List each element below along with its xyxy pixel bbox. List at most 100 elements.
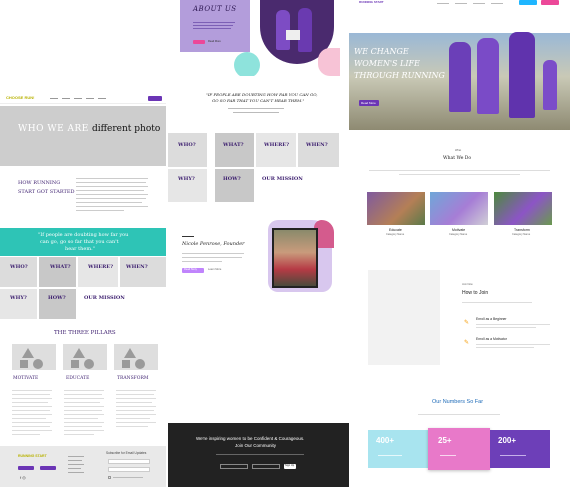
pillar-1-triangle-icon <box>22 348 34 358</box>
how-to-join-panel: Join Now How to Join ✎ Enroll as a Begin… <box>360 268 570 368</box>
banner-left-text: WHO WE ARE <box>18 124 89 134</box>
pillar-3-circle-icon <box>135 359 145 369</box>
hero-read-more-label[interactable]: Read More <box>361 101 376 105</box>
footer-left-btn-1[interactable] <box>18 466 34 470</box>
grid1-who[interactable] <box>168 133 207 167</box>
pillar-2-square-icon <box>71 360 79 368</box>
stat-card-2 <box>428 428 490 470</box>
numbers-title: Our Numbers So Far <box>432 399 484 405</box>
join-kicker: Join Now <box>462 283 473 286</box>
footer-left-panel: RUNNING START f ◎ Subscribe for Email Up… <box>0 446 166 487</box>
whatwedo-card-1-photo[interactable] <box>367 192 425 225</box>
hero-site-panel: RUNNING START WE CHANGE WOMEN'S LIFE THR… <box>349 0 570 130</box>
grid2-why[interactable] <box>0 289 37 319</box>
what-we-do-panel: What What We Do Educate Category Name Mo… <box>349 140 570 245</box>
join-item-2-title[interactable]: Enroll as a Motivator <box>476 337 507 341</box>
pillar-3-triangle-icon <box>124 348 136 358</box>
stat-1-value: 400+ <box>376 436 395 445</box>
footer-form-panel: We're inspiring women to be Confident & … <box>168 423 349 487</box>
footer-email-input[interactable] <box>252 464 280 469</box>
about-read-more-button[interactable] <box>193 40 205 44</box>
grid1-why[interactable] <box>168 169 207 202</box>
who-we-are-panel: CHOOSE RUN! WHO WE ARE different photo H… <box>0 90 166 220</box>
grid2-how[interactable] <box>39 289 76 319</box>
grid1-when-label: WHEN? <box>306 142 328 148</box>
pillar-2-circle-icon <box>84 359 94 369</box>
footer-social-icons[interactable]: f ◎ <box>20 476 26 480</box>
grid1-what-label: WHAT? <box>223 142 244 148</box>
nav-button-2[interactable] <box>541 0 559 5</box>
grid2-what[interactable] <box>39 257 76 287</box>
grid2-where[interactable] <box>78 257 118 287</box>
about-pink-shape <box>318 48 340 76</box>
numbers-panel: Our Numbers So Far 400+ 25+ 200+ <box>360 392 570 487</box>
hero-headline-1: WE CHANGE <box>354 47 409 56</box>
whatwedo-card-1-title: Educate <box>389 228 402 232</box>
stat-3-value: 200+ <box>498 436 517 445</box>
pillar-shapes <box>20 348 145 369</box>
how-title-2: START GOT STARTED <box>18 189 75 195</box>
grid1-why-label: WHY? <box>178 176 195 182</box>
how-title-1: HOW RUNNING <box>18 180 61 186</box>
stat-2-value: 25+ <box>438 436 452 445</box>
grid1-when[interactable] <box>298 133 339 167</box>
founder-button-2-label[interactable]: Learn More <box>208 268 221 272</box>
grid2-when[interactable] <box>120 257 166 287</box>
grid1-where[interactable] <box>256 133 296 167</box>
pillars-title: THE THREE PILLARS <box>54 330 116 336</box>
hero-runner <box>509 32 535 118</box>
join-item-1-title[interactable]: Enroll as a Beginner <box>476 317 507 321</box>
pillar-3-title: TRANSFORM <box>117 376 149 381</box>
footer-left-brand[interactable]: RUNNING START <box>18 454 47 459</box>
grid1-what[interactable] <box>215 133 254 167</box>
hero-runner <box>543 60 557 110</box>
join-image-placeholder <box>368 270 440 365</box>
three-pillars-panel: THE THREE PILLARS MOTIVATE EDUCATE TRANS… <box>0 326 166 444</box>
grid2-what-label: WHAT? <box>50 264 71 270</box>
grid1-where-label: WHERE? <box>264 142 290 148</box>
logo-strip-brand[interactable]: CHOOSE RUN! <box>6 96 34 100</box>
join-title: How to Join <box>462 290 489 296</box>
pillar-1-title: MOTIVATE <box>13 376 39 381</box>
logo-strip-button[interactable] <box>148 96 162 101</box>
hero-headline-3: THROUGH RUNNING <box>354 71 445 80</box>
whatwedo-card-2-sub: Category Name <box>449 233 468 236</box>
whatwedo-card-2-photo[interactable] <box>430 192 488 225</box>
footer-first-name-input[interactable] <box>220 464 248 469</box>
teal-quote-panel: "If people are doubting how far you can … <box>0 228 166 320</box>
banner-grey <box>0 106 166 166</box>
grid2-mission-label: OUR MISSION <box>84 295 125 301</box>
founder-photo <box>272 228 318 288</box>
join-item-2-icon: ✎ <box>464 340 470 346</box>
join-item-1-icon: ✎ <box>464 320 470 326</box>
whatwedo-card-3-title: Transform <box>514 228 530 232</box>
footer-form-line1: We're inspiring women to be Confident & … <box>196 436 305 441</box>
footer-left-btn-2[interactable] <box>40 466 56 470</box>
quote1-line2: GO SO FAR THAT YOU CAN'T HEAR THEM." <box>212 98 305 103</box>
about-photo-sign <box>286 30 300 40</box>
pillar-2-title: EDUCATE <box>66 376 90 381</box>
grid2-who-label: WHO? <box>10 264 28 270</box>
footer-left-email-input[interactable] <box>108 459 150 464</box>
quote-grid-panel: "IF PEOPLE ARE DOUBTING HOW FAR YOU CAN … <box>168 82 340 202</box>
about-teal-circle <box>234 52 260 76</box>
quote2-line2: can go, go so far that you can't <box>40 239 119 245</box>
nav-logo[interactable]: RUNNING START <box>359 1 384 4</box>
footer-left-checkbox[interactable] <box>108 476 111 479</box>
about-read-more-label[interactable]: Read More <box>208 40 221 44</box>
founder-panel: Nicole Penrose, Founder Read Story Learn… <box>174 218 334 293</box>
whatwedo-card-2-title: Motivate <box>452 228 466 232</box>
grid2-who[interactable] <box>0 257 37 287</box>
founder-button-1-label[interactable]: Read Story <box>184 268 197 272</box>
pillar-3-square-icon <box>122 360 130 368</box>
hero-runner <box>477 38 499 114</box>
whatwedo-card-3-photo[interactable] <box>494 192 552 225</box>
banner-right-text: different photo <box>92 124 161 134</box>
footer-left-submit[interactable] <box>108 467 150 472</box>
grid2-how-label: HOW? <box>48 295 66 301</box>
grid2-where-label: WHERE? <box>88 264 114 270</box>
nav-button-1[interactable] <box>519 0 537 5</box>
grid1-how[interactable] <box>215 169 254 202</box>
footer-signup-label[interactable]: Sign Up <box>285 464 294 468</box>
quote1-line1: "IF PEOPLE ARE DOUBTING HOW FAR YOU CAN … <box>206 92 318 97</box>
